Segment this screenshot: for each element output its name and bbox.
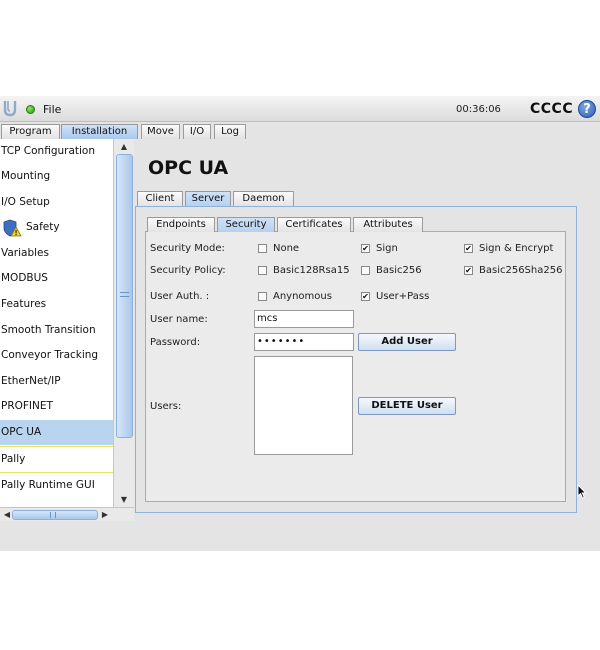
tab-program[interactable]: Program (1, 124, 60, 139)
user-pass-checkbox[interactable]: ✔ (361, 292, 370, 301)
sign-encrypt-checkbox[interactable]: ✔ (464, 244, 473, 253)
tab-client[interactable]: Client (137, 191, 183, 206)
robot-status-icon (26, 105, 35, 114)
anonymous-checkbox[interactable] (258, 292, 267, 301)
sidebar-item-modbus[interactable]: MODBUS (0, 266, 113, 291)
scroll-right-icon[interactable]: ▶ (99, 509, 111, 521)
security-mode-none-option[interactable]: None (258, 243, 338, 255)
tab-certificates[interactable]: Certificates (277, 217, 351, 232)
sign-encrypt-label: Sign & Encrypt (479, 243, 554, 254)
security-mode-sign-option[interactable]: ✔ Sign (361, 243, 421, 255)
tab-server[interactable]: Server (185, 191, 231, 206)
mouse-pointer-icon (577, 484, 587, 499)
ur-logo-icon (3, 101, 17, 117)
sidebar-item-io-setup[interactable]: I/O Setup (0, 190, 113, 215)
anonymous-label: Anynomous (273, 291, 332, 302)
sidebar-item-features[interactable]: Features (0, 292, 113, 317)
file-menu[interactable]: File (43, 103, 61, 116)
basic256sha256-label: Basic256Sha256 (479, 265, 563, 276)
sidebar-item-tcp-configuration[interactable]: TCP Configuration (0, 139, 113, 164)
help-icon[interactable]: ? (578, 100, 596, 118)
clock: 00:36:06 (456, 104, 501, 115)
robot-screen: File 00:36:06 CCCC ? Program Installatio… (0, 96, 600, 551)
sign-checkbox[interactable]: ✔ (361, 244, 370, 253)
security-mode-label: Security Mode: (150, 243, 225, 254)
tab-security[interactable]: Security (217, 217, 275, 232)
auth-anonymous-option[interactable]: Anynomous (258, 291, 338, 303)
content-area: OPC UA Client Server Daemon Endpoints Se… (134, 139, 600, 521)
add-user-button[interactable]: Add User (358, 333, 456, 351)
tab-log[interactable]: Log (214, 124, 246, 139)
tab-move[interactable]: Move (141, 124, 180, 139)
users-label: Users: (150, 401, 182, 412)
installation-sidebar: TCP Configuration Mounting I/O Setup Saf… (0, 139, 113, 507)
sidebar-item-conveyor-tracking[interactable]: Conveyor Tracking (0, 343, 113, 368)
policy-basic128rsa15-option[interactable]: Basic128Rsa15 (258, 265, 358, 277)
password-field[interactable]: ••••••• (254, 333, 354, 351)
user-pass-label: User+Pass (376, 291, 430, 302)
none-label: None (273, 243, 300, 254)
policy-basic256-option[interactable]: Basic256 (361, 265, 441, 277)
sidebar-vertical-scrollbar[interactable]: ▲ ▼ (113, 139, 134, 507)
scroll-up-icon[interactable]: ▲ (114, 141, 134, 152)
top-bar: File 00:36:06 CCCC ? (0, 96, 600, 122)
tab-attributes[interactable]: Attributes (353, 217, 423, 232)
scroll-down-icon[interactable]: ▼ (114, 494, 134, 505)
tab-endpoints[interactable]: Endpoints (147, 217, 215, 232)
sidebar-item-pally[interactable]: Pally (0, 446, 113, 471)
username-field[interactable]: mcs (254, 310, 354, 328)
sidebar-item-ethernet-ip[interactable]: EtherNet/IP (0, 369, 113, 394)
tab-io[interactable]: I/O (183, 124, 211, 139)
warning-shield-icon (3, 219, 22, 237)
sidebar-item-smooth-transition[interactable]: Smooth Transition (0, 318, 113, 343)
user-auth-label: User Auth. : (150, 291, 210, 302)
username-label: User name: (150, 314, 208, 325)
delete-user-button[interactable]: DELETE User (358, 397, 456, 415)
basic256sha256-checkbox[interactable]: ✔ (464, 266, 473, 275)
page-title: OPC UA (148, 157, 229, 179)
sidebar-item-label: Safety (26, 221, 60, 233)
auth-user-pass-option[interactable]: ✔ User+Pass (361, 291, 441, 303)
sidebar-item-safety[interactable]: Safety (0, 215, 113, 240)
vertical-scroll-thumb[interactable] (116, 154, 133, 438)
horizontal-scroll-thumb[interactable] (12, 510, 98, 520)
none-checkbox[interactable] (258, 244, 267, 253)
sidebar-horizontal-scrollbar[interactable]: ◀ ▶ (0, 507, 134, 521)
sidebar-item-pally-runtime-gui[interactable]: Pally Runtime GUI (0, 472, 113, 497)
tab-installation[interactable]: Installation (61, 124, 138, 139)
basic128rsa15-checkbox[interactable] (258, 266, 267, 275)
tab-daemon[interactable]: Daemon (233, 191, 294, 206)
main-tab-bar: Program Installation Move I/O Log (0, 123, 600, 139)
basic128rsa15-label: Basic128Rsa15 (273, 265, 350, 276)
sign-label: Sign (376, 243, 398, 254)
security-mode-sign-encrypt-option[interactable]: ✔ Sign & Encrypt (464, 243, 564, 255)
basic256-checkbox[interactable] (361, 266, 370, 275)
robot-name: CCCC (530, 101, 574, 117)
sidebar-item-variables[interactable]: Variables (0, 241, 113, 266)
basic256-label: Basic256 (376, 265, 422, 276)
users-list[interactable] (254, 356, 353, 455)
sidebar-item-mounting[interactable]: Mounting (0, 164, 113, 189)
password-label: Password: (150, 337, 201, 348)
sidebar-item-opc-ua[interactable]: OPC UA (0, 420, 113, 445)
security-policy-label: Security Policy: (150, 265, 226, 276)
policy-basic256sha256-option[interactable]: ✔ Basic256Sha256 (464, 265, 564, 277)
sidebar-item-profinet[interactable]: PROFINET (0, 394, 113, 419)
